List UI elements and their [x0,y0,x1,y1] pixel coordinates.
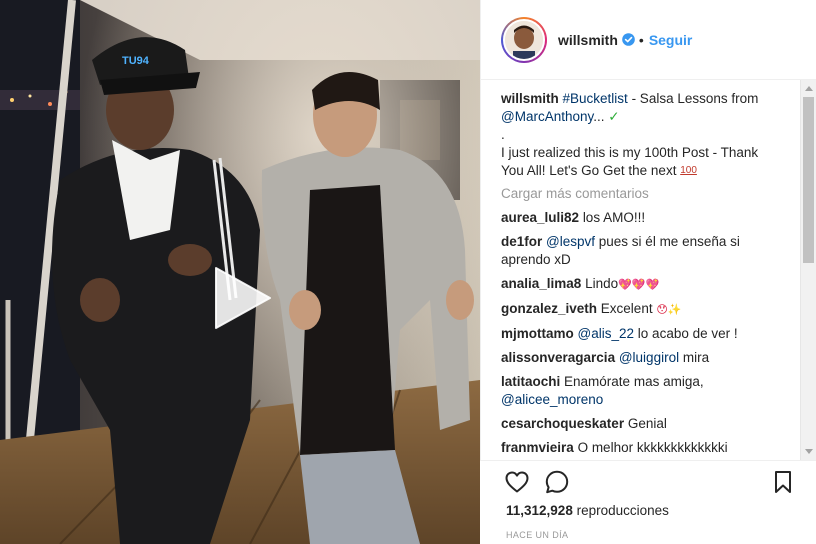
instagram-post: TU94 willsmith • Seguir willsmith #Bucke… [0,0,816,544]
comment-text: O melhor kkkkkkkkkkkkki [577,440,728,455]
comment-item: de1for @lespvf pues si él me enseña si a… [501,233,775,269]
comment-text: Genial [627,416,667,431]
follow-button[interactable]: Seguir [649,32,693,48]
comment-item: mjmottamo @alis_22 lo acabo de ver ! [501,325,775,343]
separator-dot: • [638,31,644,48]
caption-hashtag[interactable]: #Bucketlist [563,91,628,106]
save-button[interactable] [770,469,796,495]
views-label: reproducciones [576,503,669,518]
bookmark-icon [775,471,791,493]
surprised-sparkles-emoji-icon: 😯✨ [656,304,682,316]
caption-text-part1: - Salsa Lessons from [627,91,759,106]
comments-list[interactable]: willsmith #Bucketlist - Salsa Lessons fr… [501,90,775,460]
comment-text: los AMO!!! [582,210,646,225]
caption-mention[interactable]: @MarcAnthony [501,109,593,124]
views-count: 11,312,928 reproducciones [506,503,669,518]
comment-text: lo acabo de ver ! [637,326,738,341]
views-number: 11,312,928 [506,503,573,518]
heart-icon [505,471,529,493]
comment-text: Enamórate mas amiga, [564,374,704,389]
cap-logo: TU94 [122,55,150,67]
author-username[interactable]: willsmith [558,32,618,48]
comment-text: Lindo [585,276,619,291]
comment-icon [545,470,569,494]
comment-mention[interactable]: @alicee_moreno [501,392,603,407]
caption-username[interactable]: willsmith [501,91,559,106]
video-player[interactable]: TU94 [0,0,480,544]
comment-text: mira [682,350,710,365]
comment-username[interactable]: mjmottamo [501,326,574,341]
hundred-emoji-icon: 100 [680,165,697,176]
comment-item: franmvieira O melhor kkkkkkkkkkkkki [501,439,775,457]
load-more-comments-button[interactable]: Cargar más comentarios [501,185,775,203]
scroll-thumb[interactable] [803,97,814,263]
scroll-up-arrow-icon[interactable] [805,86,813,91]
comment-username[interactable]: gonzalez_iveth [501,301,597,316]
comment-item: gonzalez_iveth Excelent 😯✨ [501,300,775,319]
comment-username[interactable]: latitaochi [501,374,560,389]
story-ring[interactable] [501,16,547,63]
play-icon [215,267,271,329]
post-actions: 11,312,928 reproducciones HACE UN DÍA [480,460,816,544]
comment-item: alissonveragarcia @luiggirol mira [501,349,775,367]
comment-mention[interactable]: @luiggirol [619,350,679,365]
post-header: willsmith • Seguir [481,0,816,80]
check-mark-icon: ✓ [608,109,620,124]
post-caption: willsmith #Bucketlist - Salsa Lessons fr… [501,90,775,180]
caption-ellipsis: ... [593,109,605,124]
comment-username[interactable]: franmvieira [501,440,574,455]
comment-mention[interactable]: @alis_22 [578,326,635,341]
comment-username[interactable]: cesarchoqueskater [501,416,624,431]
post-timestamp[interactable]: HACE UN DÍA [506,530,568,540]
comment-username[interactable]: alissonveragarcia [501,350,615,365]
scroll-down-arrow-icon[interactable] [805,449,813,454]
comment-username[interactable]: aurea_luli82 [501,210,579,225]
comments-scrollbar[interactable] [800,80,816,460]
comment-item: aurea_luli82 los AMO!!! [501,209,775,227]
hearts-emoji-icon: 💖💖💖 [618,279,660,291]
verified-badge-icon [622,33,635,46]
like-button[interactable] [504,469,530,495]
comment-text: Excelent [600,301,653,316]
caption-text-part2: I just realized this is my 100th Post - … [501,145,759,178]
comment-item: analia_lima8 Lindo💖💖💖 [501,275,775,294]
caption-dot-line: . [501,127,505,142]
comment-username[interactable]: analia_lima8 [501,276,581,291]
comment-button[interactable] [544,469,570,495]
comment-item: cesarchoqueskater Genial [501,415,775,433]
avatar[interactable] [503,18,545,61]
play-button[interactable] [208,262,280,334]
comment-item: latitaochi Enamórate mas amiga, @alicee_… [501,373,775,409]
comment-mention[interactable]: @lespvf [546,234,595,249]
comment-username[interactable]: de1for [501,234,542,249]
